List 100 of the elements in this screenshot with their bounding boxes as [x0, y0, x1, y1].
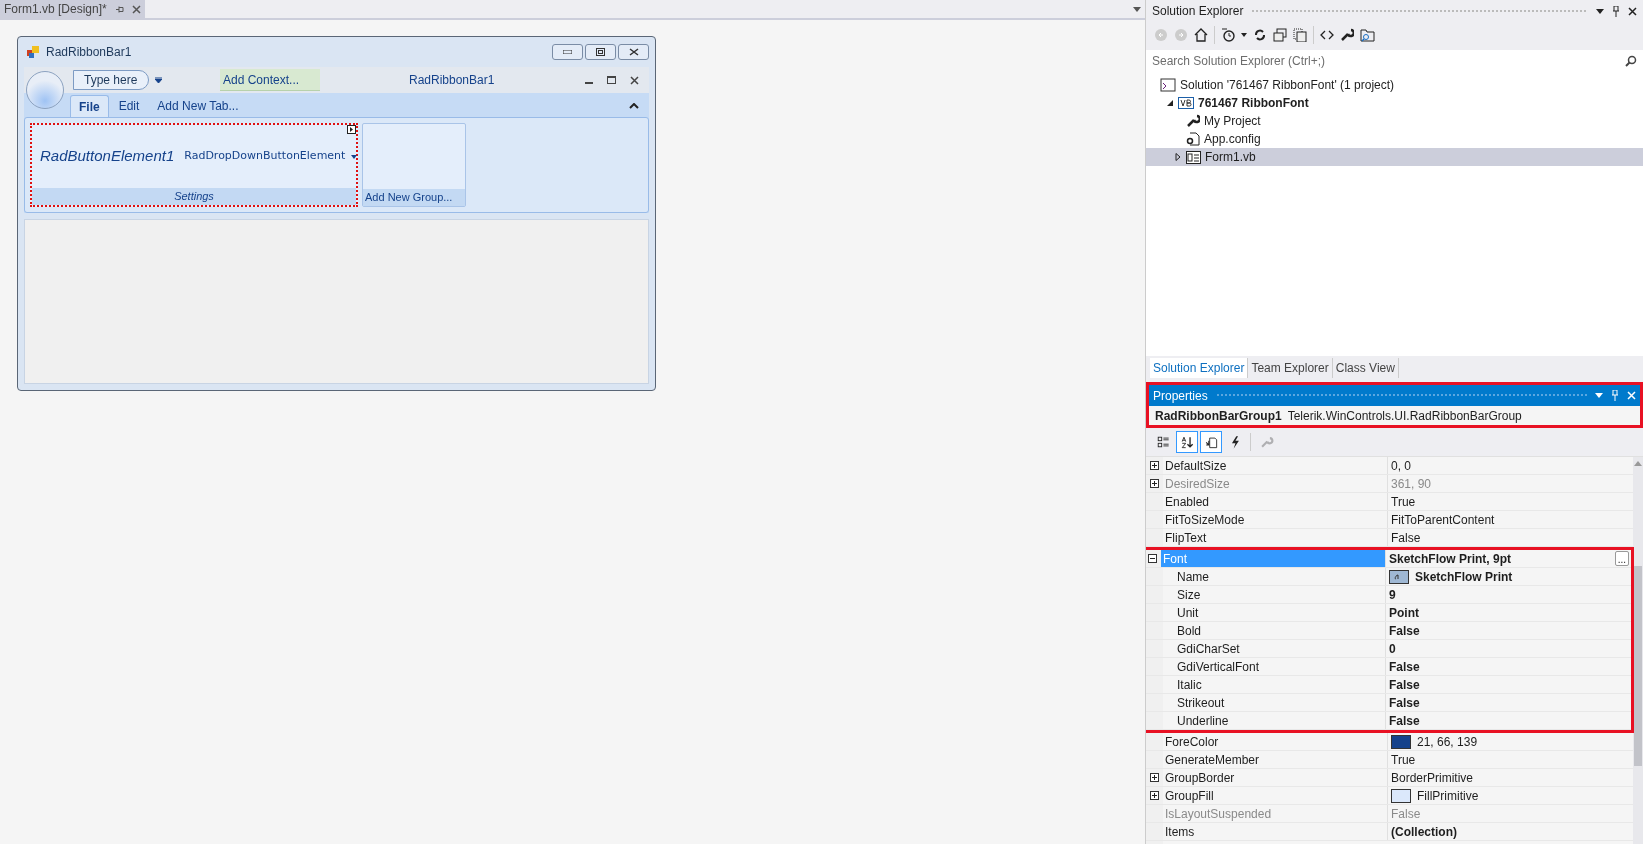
search-field[interactable]: Search Solution Explorer (Ctrl+;) — [1146, 50, 1643, 72]
property-value: 9 — [1389, 586, 1396, 604]
ribbon-dropdown-button[interactable]: RadDropDownButtonElement — [184, 148, 358, 165]
property-value: 361, 90 — [1391, 475, 1432, 493]
property-name[interactable]: GroupBorder — [1163, 769, 1388, 786]
property-value: 0 — [1389, 640, 1396, 658]
quick-access-field[interactable]: Type here — [73, 70, 149, 90]
solution-icon — [1160, 78, 1176, 92]
panel-title: Properties — [1153, 387, 1208, 405]
form-file-icon — [1186, 150, 1201, 164]
pin-icon[interactable] — [1612, 5, 1620, 17]
property-value: False — [1389, 694, 1420, 712]
property-value: 21, 66, 139 — [1417, 733, 1478, 751]
dropdown-arrow-icon[interactable] — [1596, 8, 1604, 14]
documents-icon[interactable] — [1293, 28, 1307, 42]
ribbon-tab[interactable]: Add New Tab... — [149, 95, 247, 117]
customize-arrow-icon[interactable] — [155, 77, 162, 83]
sort-alphabetical-icon[interactable] — [1176, 431, 1198, 453]
property-value: FitToParentContent — [1391, 511, 1495, 529]
property-name[interactable]: FitToSizeMode — [1163, 511, 1388, 528]
ribbon-tab[interactable]: File — [70, 95, 109, 117]
form-icon — [26, 45, 40, 59]
property-name[interactable]: Bold — [1161, 622, 1386, 639]
property-value: False — [1389, 676, 1420, 694]
ribbon-button[interactable]: RadButtonElement1 — [40, 145, 175, 168]
expand-icon[interactable] — [1150, 773, 1159, 782]
property-name[interactable]: GdiVerticalFont — [1161, 658, 1386, 675]
expand-icon[interactable] — [1150, 791, 1159, 800]
close-icon — [628, 48, 639, 56]
ribbon-caption: RadRibbonBar1 — [409, 72, 495, 89]
object-name: RadRibbonBarGroup1 — [1155, 407, 1282, 425]
property-name[interactable]: Enabled — [1163, 493, 1388, 510]
panel-title: Solution Explorer — [1152, 3, 1244, 20]
property-value: False — [1391, 529, 1421, 547]
tree-item[interactable]: Form1.vb — [1146, 148, 1643, 166]
tree-item[interactable]: Solution '761467 RibbonFont' (1 project) — [1146, 76, 1643, 94]
property-value: 0, 0 — [1391, 457, 1411, 475]
close-icon[interactable] — [1628, 6, 1637, 16]
panel-tab[interactable]: Team Explorer — [1248, 358, 1333, 378]
property-pages-icon[interactable] — [1200, 431, 1222, 453]
maximize-icon[interactable] — [607, 76, 616, 84]
property-name[interactable]: Items — [1163, 823, 1388, 840]
panel-tab[interactable]: Solution Explorer — [1150, 358, 1249, 378]
property-value: FillPrimitive — [1417, 787, 1479, 805]
expanded-arrow-icon[interactable] — [1166, 99, 1174, 107]
property-name[interactable]: GenerateMember — [1163, 751, 1388, 768]
expand-icon[interactable] — [1150, 461, 1159, 470]
scrollbar[interactable] — [1633, 457, 1643, 844]
wrench-icon[interactable] — [1340, 28, 1354, 42]
ribbon-tab[interactable]: Edit — [110, 95, 148, 117]
close-icon[interactable] — [630, 75, 639, 85]
property-name[interactable]: DefaultSize — [1163, 457, 1388, 474]
property-name[interactable]: Name — [1161, 568, 1386, 585]
property-value: False — [1389, 712, 1420, 730]
ellipsis-button[interactable]: ... — [1614, 551, 1629, 566]
dropdown-arrow-icon[interactable] — [1241, 33, 1247, 37]
property-name[interactable]: Unit — [1161, 604, 1386, 621]
caret-icon — [351, 154, 358, 159]
property-name[interactable]: ForeColor — [1163, 733, 1388, 750]
property-value: False — [1391, 805, 1421, 823]
tab-title: Form1.vb [Design]* — [4, 1, 107, 18]
pin-icon[interactable] — [114, 4, 124, 14]
property-name[interactable]: GroupFill — [1163, 787, 1388, 804]
dropdown-arrow-icon[interactable] — [1133, 6, 1141, 12]
document-tab[interactable]: Form1.vb [Design]* — [0, 0, 145, 18]
collapse-icon[interactable] — [1148, 554, 1157, 563]
object-type: Telerik.WinControls.UI.RadRibbonBarGroup — [1287, 407, 1522, 425]
ribbon-group[interactable]: Add New Group... — [362, 123, 466, 207]
property-value: SketchFlow Print — [1415, 568, 1513, 586]
tree-item[interactable]: 761467 RibbonFont — [1146, 94, 1643, 112]
property-value: SketchFlow Print, 9pt — [1389, 550, 1511, 568]
tree-item[interactable]: App.config — [1146, 130, 1643, 148]
ribbon-group[interactable]: RadButtonElement1 RadDropDownButtonElement Settings — [30, 123, 358, 207]
collapsed-arrow-icon[interactable] — [1174, 153, 1182, 161]
property-name[interactable]: Italic — [1161, 676, 1386, 693]
property-value: True — [1391, 751, 1416, 769]
property-name[interactable]: Underline — [1161, 712, 1386, 729]
close-button[interactable] — [618, 44, 649, 60]
maximize-button[interactable] — [585, 44, 616, 60]
home-icon[interactable] — [1194, 28, 1208, 42]
refresh-icon[interactable] — [1253, 28, 1267, 42]
tree-item[interactable]: My Project — [1146, 112, 1643, 130]
dialog-launcher-icon[interactable] — [347, 125, 356, 134]
property-value: True — [1391, 493, 1416, 511]
add-context-button[interactable]: Add Context... — [220, 69, 320, 91]
config-file-icon — [1186, 132, 1200, 146]
panel-tab[interactable]: Class View — [1332, 358, 1399, 378]
property-name[interactable]: Size — [1161, 586, 1386, 603]
code-icon[interactable] — [1320, 28, 1334, 42]
folder-search-icon[interactable] — [1360, 28, 1375, 42]
group-caption: Settings — [32, 188, 356, 205]
collapse-all-icon[interactable] — [1273, 28, 1287, 42]
property-name[interactable]: Strikeout — [1161, 694, 1386, 711]
property-name[interactable]: FlipText — [1163, 529, 1388, 546]
minimize-icon — [563, 50, 572, 54]
property-name[interactable]: GdiCharSet — [1161, 640, 1386, 657]
collapse-ribbon-icon[interactable] — [629, 103, 639, 109]
property-value: (Collection) — [1391, 823, 1457, 841]
clock-icon[interactable] — [1221, 28, 1235, 42]
property-value: False — [1389, 658, 1420, 676]
